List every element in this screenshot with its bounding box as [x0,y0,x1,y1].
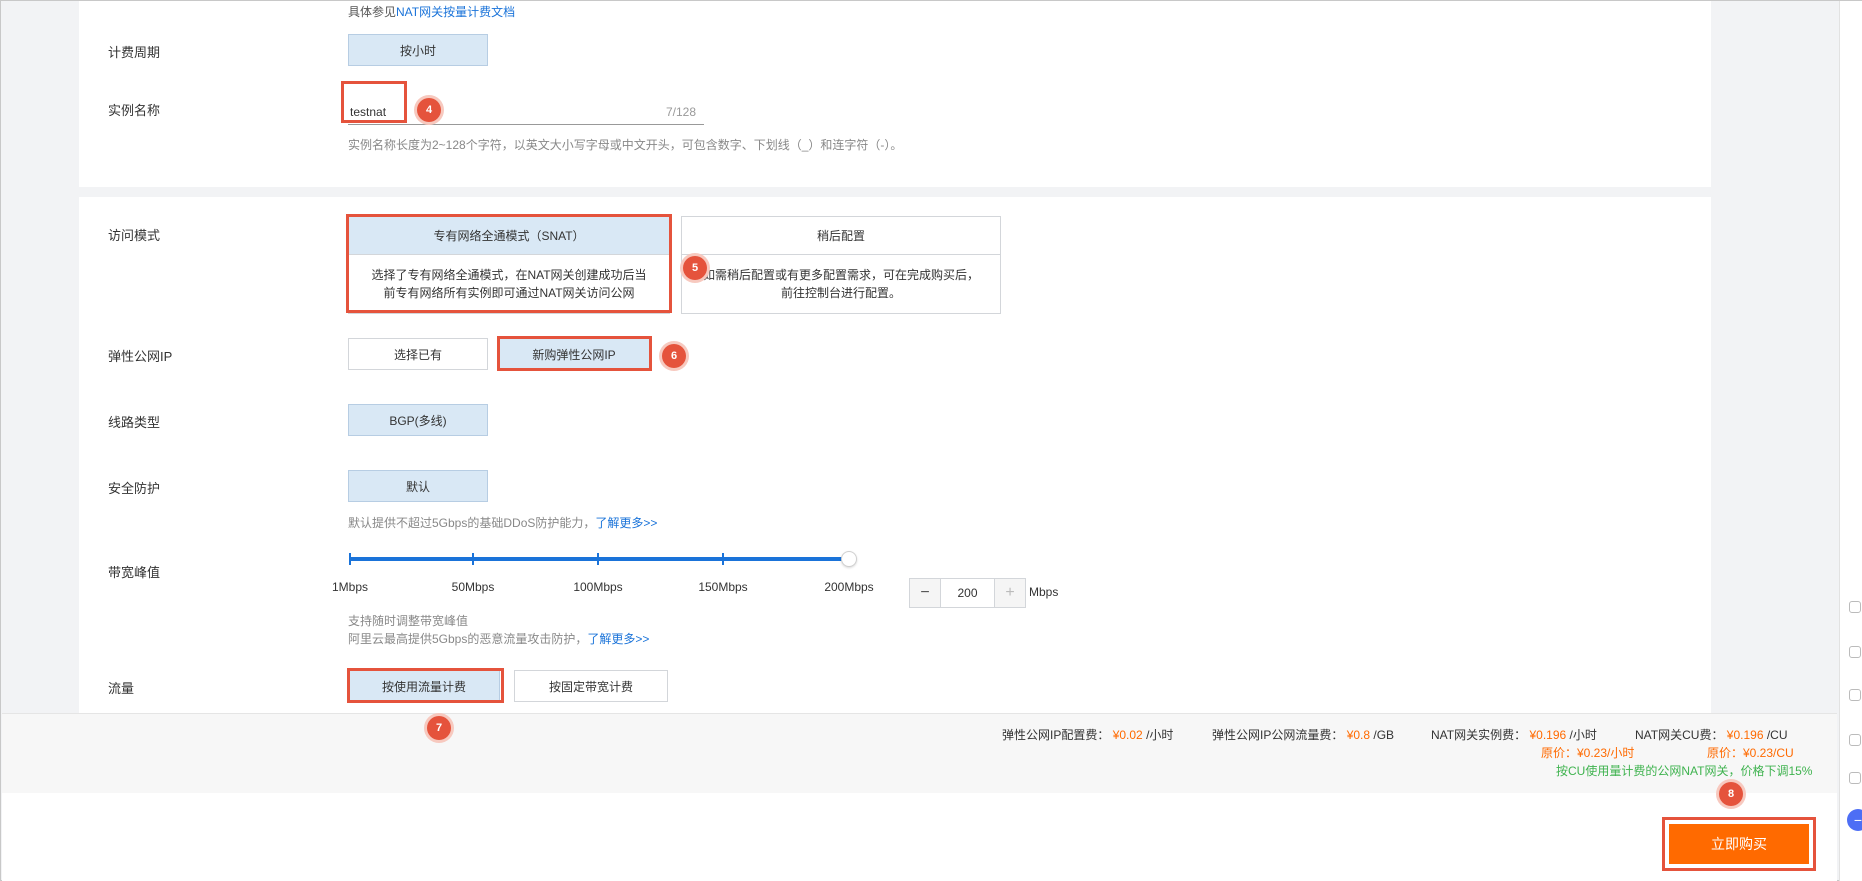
eip-new-button[interactable]: 新购弹性公网IP [498,338,650,370]
nat-cu-fee-price: ¥0.196 [1726,728,1764,742]
bandwidth-learn-more-link[interactable]: 了解更多>> [587,632,649,646]
nat-cu-fee-label: NAT网关CU费： [1635,728,1724,742]
share-icon[interactable] [1849,734,1861,746]
service-icon[interactable] [1849,646,1861,658]
eip-config-fee-label: 弹性公网IP配置费： [1002,728,1110,742]
bandwidth-slider-track[interactable] [349,557,849,561]
tick-label: 50Mbps [451,580,495,594]
instance-name-input[interactable]: testnat 7/128 [348,105,704,125]
eip-traffic-fee-price: ¥0.8 [1346,728,1371,742]
basic-config-card [79,1,1711,187]
right-edge-toolbar [1839,1,1862,881]
tick-label: 1Mbps [331,580,369,594]
note-prefix: 具体参见 [348,5,397,19]
instance-name-hint: 实例名称长度为2~128个字符，以英文大小写字母或中文开头，可包含数字、下划线（… [348,138,903,152]
access-mode-label: 访问模式 [108,228,161,243]
line-type-label: 线路类型 [108,415,161,430]
tick-label: 200Mbps [824,580,874,594]
access-mode-later-option[interactable]: 稍后配置 如需稍后配置或有更多配置需求，可在完成购买后，前往控制台进行配置。 [681,216,1001,314]
bandwidth-hint-1: 支持随时调整带宽峰值 [348,614,469,628]
page-frame: 具体参见NAT网关按量计费文档 计费周期 按小时 实例名称 testnat 7/… [0,0,1862,881]
minus-icon[interactable]: − [910,579,940,607]
line-type-bgp-button[interactable]: BGP(多线) [348,404,488,436]
slider-tick [349,553,351,565]
tick-label: 100Mbps [573,580,623,594]
bandwidth-stepper: − 200 + [909,578,1026,608]
billing-doc-link[interactable]: NAT网关按量计费文档 [396,5,515,19]
security-default-button[interactable]: 默认 [348,470,488,502]
eip-config-fee-price: ¥0.02 [1112,728,1143,742]
nat-instance-original-price: 原价：¥0.23/小时 [1541,746,1635,760]
bandwidth-slider-handle[interactable] [841,551,857,567]
link-icon[interactable] [1849,772,1861,784]
bandwidth-label: 带宽峰值 [108,565,161,580]
slider-tick [722,553,724,565]
buy-area [2,793,1837,881]
later-title: 稍后配置 [682,217,1000,255]
slider-tick [472,553,474,565]
bandwidth-value[interactable]: 200 [940,579,995,607]
instance-name-counter: 7/128 [665,105,696,119]
step-marker-5: 5 [683,256,707,280]
step-marker-8: 8 [1719,782,1743,806]
access-mode-snat-option[interactable]: 专有网络全通模式（SNAT） 选择了专有网络全通模式，在NAT网关创建成功后当前… [348,216,670,314]
billing-doc-note: 具体参见NAT网关按量计费文档 [348,3,515,20]
security-hint: 默认提供不超过5Gbps的基础DDoS防护能力，了解更多>> [348,514,657,531]
security-hint-text: 默认提供不超过5Gbps的基础DDoS防护能力， [348,516,596,530]
eip-traffic-fee-label: 弹性公网IP公网流量费： [1212,728,1344,742]
assistant-icon[interactable]: − [1847,809,1862,831]
traffic-usage-button[interactable]: 按使用流量计费 [348,670,500,702]
traffic-fixed-button[interactable]: 按固定带宽计费 [514,670,668,702]
plus-icon[interactable]: + [995,579,1025,607]
nat-instance-fee-label: NAT网关实例费： [1431,728,1527,742]
traffic-label: 流量 [108,681,135,696]
cu-promo-text: 按CU使用量计费的公网NAT网关，价格下调15% [1556,764,1813,778]
later-desc: 如需稍后配置或有更多配置需求，可在完成购买后，前往控制台进行配置。 [702,268,979,300]
instance-name-value: testnat [350,105,387,119]
feedback-icon[interactable] [1849,601,1861,613]
security-learn-more-link[interactable]: 了解更多>> [595,516,657,530]
eip-traffic-fee-unit: /GB [1373,728,1395,742]
eip-existing-button[interactable]: 选择已有 [348,338,488,370]
snat-title: 专有网络全通模式（SNAT） [349,217,669,255]
nat-cu-fee: NAT网关CU费： ¥0.196 /CU [1635,726,1788,743]
nat-cu-fee-unit: /CU [1766,728,1788,742]
settings-icon[interactable] [1849,689,1861,701]
bandwidth-hint-2-text: 阿里云最高提供5Gbps的恶意流量攻击防护， [348,632,588,646]
eip-label: 弹性公网IP [108,349,173,364]
tick-label: 150Mbps [698,580,748,594]
billing-hourly-button[interactable]: 按小时 [348,34,488,66]
nat-cu-original-price: 原价：¥0.23/CU [1707,746,1794,760]
bandwidth-hint-2: 阿里云最高提供5Gbps的恶意流量攻击防护，了解更多>> [348,630,649,647]
step-marker-6: 6 [662,344,686,368]
step-marker-7: 7 [427,716,451,740]
eip-config-fee: 弹性公网IP配置费： ¥0.02 /小时 [1002,726,1173,743]
eip-traffic-fee: 弹性公网IP公网流量费： ¥0.8 /GB [1212,726,1394,743]
snat-desc: 选择了专有网络全通模式，在NAT网关创建成功后当前专有网络所有实例即可通过NAT… [371,268,647,300]
instance-name-label: 实例名称 [108,103,161,118]
eip-config-fee-unit: /小时 [1146,728,1174,742]
billing-cycle-label: 计费周期 [108,45,161,60]
nat-instance-fee-price: ¥0.196 [1529,728,1567,742]
nat-instance-fee-unit: /小时 [1569,728,1597,742]
nat-instance-fee: NAT网关实例费： ¥0.196 /小时 [1431,726,1597,743]
bandwidth-unit: Mbps [1029,585,1059,599]
slider-tick [597,553,599,565]
security-label: 安全防护 [108,481,161,496]
buy-now-button[interactable]: 立即购买 [1669,824,1809,864]
step-marker-4: 4 [417,98,441,122]
